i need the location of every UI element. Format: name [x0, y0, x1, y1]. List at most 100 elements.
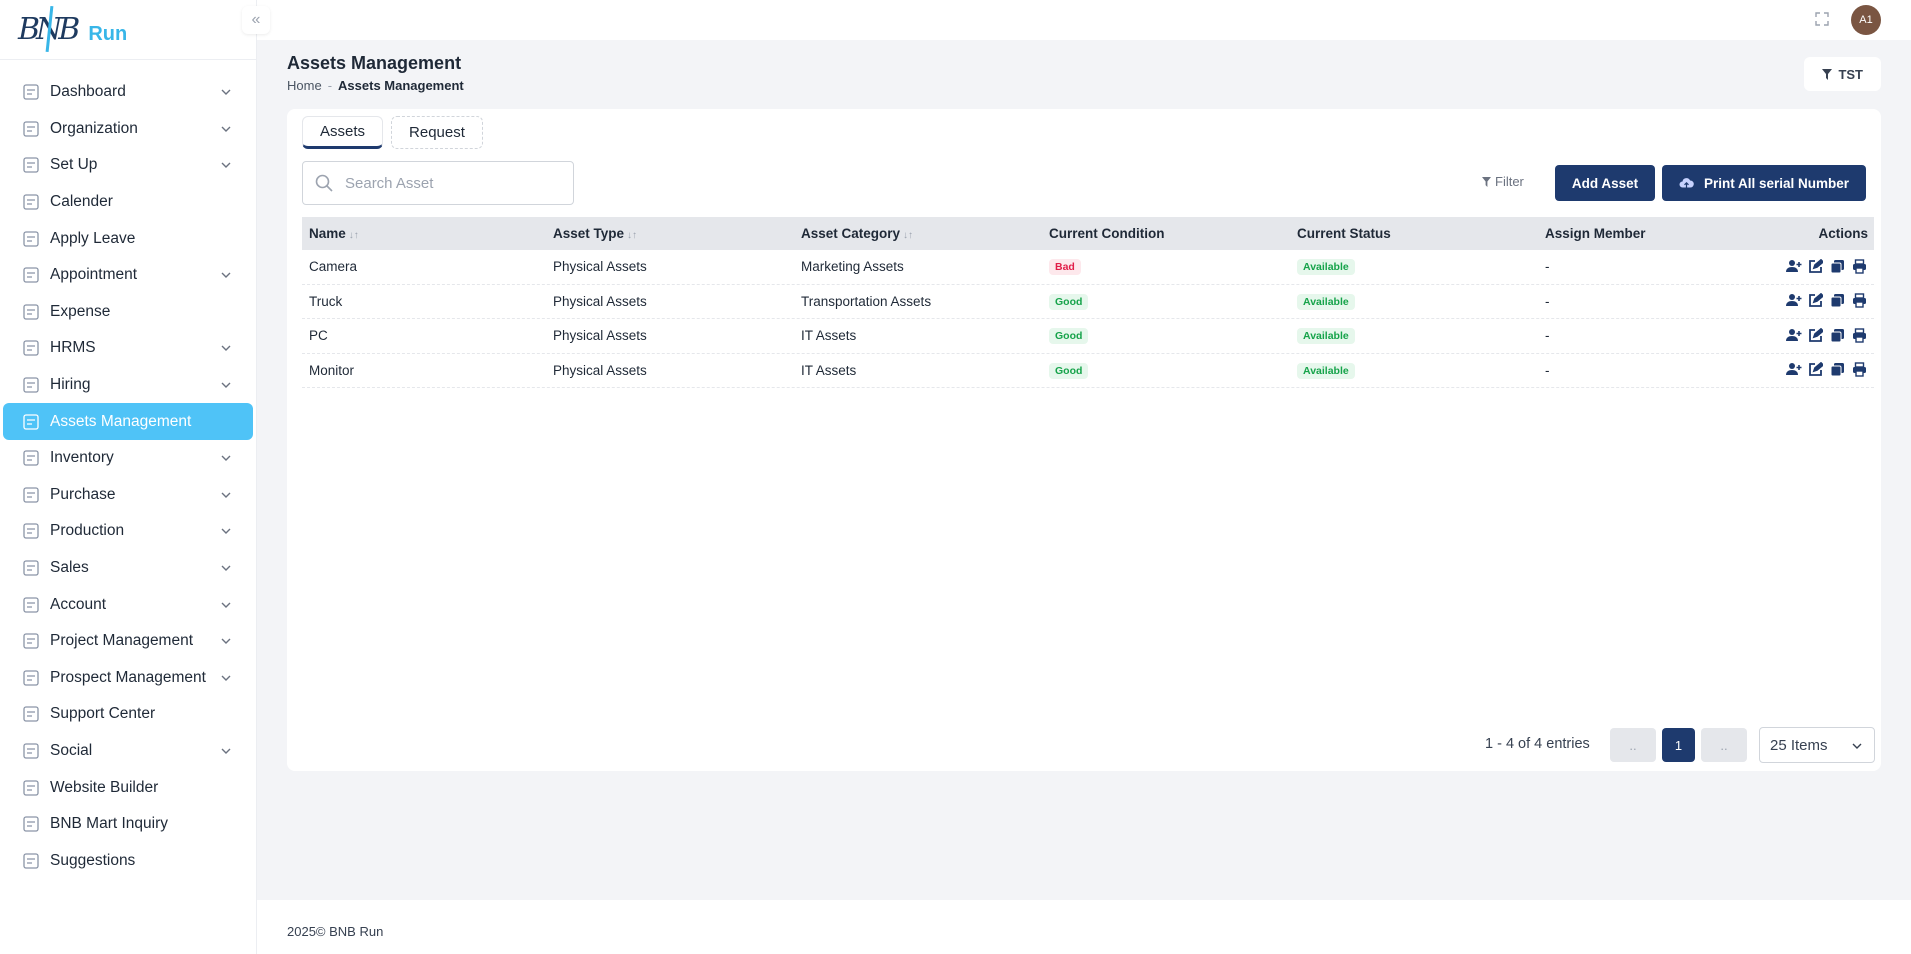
assign-user-icon[interactable]: [1786, 362, 1802, 378]
logo-run-text: Run: [88, 23, 127, 46]
sidebar-item-purchase[interactable]: Purchase: [3, 477, 253, 514]
sidebar-item-assets-management[interactable]: Assets Management: [3, 403, 253, 440]
sidebar-item-calender[interactable]: Calender: [3, 184, 253, 221]
cell-condition: Good: [1049, 362, 1297, 379]
toggle-icon: [21, 851, 41, 871]
logo[interactable]: BNB Run «: [0, 0, 256, 60]
print-icon[interactable]: [1852, 362, 1868, 378]
search-box[interactable]: [302, 161, 574, 205]
fullscreen-icon[interactable]: [1815, 12, 1829, 26]
breadcrumb-home[interactable]: Home: [287, 78, 322, 93]
avatar[interactable]: A1: [1851, 5, 1881, 35]
sidebar-item-prospect-management[interactable]: Prospect Management: [3, 660, 253, 697]
sales-icon: [21, 558, 41, 578]
copy-icon[interactable]: [1830, 328, 1846, 344]
sidebar-item-suggestions[interactable]: Suggestions: [3, 842, 253, 879]
page-number-button[interactable]: 1: [1662, 728, 1695, 762]
cell-status: Available: [1297, 362, 1545, 379]
cell-assign-member: -: [1545, 294, 1765, 309]
footer: [257, 900, 1911, 954]
copy-icon[interactable]: [1830, 259, 1846, 275]
sidebar-item-label: Set Up: [50, 156, 221, 174]
table-body: CameraPhysical AssetsMarketing AssetsBad…: [302, 250, 1874, 388]
funnel-icon: [1482, 177, 1491, 187]
tab-bar: Assets Request: [302, 116, 483, 149]
chevron-down-icon: [221, 380, 231, 390]
next-page-button[interactable]: ..: [1701, 728, 1747, 762]
collapse-sidebar-button[interactable]: «: [242, 6, 270, 34]
sidebar-item-expense[interactable]: Expense: [3, 294, 253, 331]
print-icon[interactable]: [1852, 293, 1868, 309]
cell-asset-type: Physical Assets: [553, 259, 801, 274]
prev-page-button[interactable]: ..: [1610, 728, 1656, 762]
bank-icon: [21, 595, 41, 615]
cart-icon: [21, 485, 41, 505]
status-badge: Available: [1297, 294, 1355, 310]
sidebar-item-hrms[interactable]: HRMS: [3, 330, 253, 367]
support-icon: [21, 704, 41, 724]
print-icon[interactable]: [1852, 328, 1868, 344]
sidebar-item-set-up[interactable]: Set Up: [3, 147, 253, 184]
assets-icon: [21, 412, 41, 432]
tst-filter-button[interactable]: TST: [1804, 57, 1881, 91]
add-asset-button[interactable]: Add Asset: [1555, 165, 1655, 201]
search-input[interactable]: [345, 175, 565, 192]
sidebar-item-label: Dashboard: [50, 83, 221, 101]
leave-icon: [21, 229, 41, 249]
col-name[interactable]: Name↓↑: [302, 226, 553, 241]
sidebar-item-bnb-mart-inquiry[interactable]: BNB Mart Inquiry: [3, 806, 253, 843]
search-icon: [315, 174, 333, 192]
sidebar-item-dashboard[interactable]: Dashboard: [3, 74, 253, 111]
tab-request[interactable]: Request: [391, 116, 483, 149]
logo-mark: BNB: [18, 12, 76, 47]
assign-user-icon[interactable]: [1786, 259, 1802, 275]
sidebar-item-website-builder[interactable]: Website Builder: [3, 769, 253, 806]
sidebar-item-production[interactable]: Production: [3, 513, 253, 550]
chevron-down-icon: [221, 746, 231, 756]
print-serial-button[interactable]: Print All serial Number: [1662, 165, 1866, 201]
sidebar-item-organization[interactable]: Organization: [3, 111, 253, 148]
assign-user-icon[interactable]: [1786, 293, 1802, 309]
assign-user-icon[interactable]: [1786, 328, 1802, 344]
per-page-select[interactable]: 25 Items: [1759, 727, 1875, 763]
col-asset-category[interactable]: Asset Category↓↑: [801, 226, 1049, 241]
hourglass-icon: [21, 192, 41, 212]
sidebar-item-appointment[interactable]: Appointment: [3, 257, 253, 294]
col-asset-type[interactable]: Asset Type↓↑: [553, 226, 801, 241]
sidebar-item-project-management[interactable]: Project Management: [3, 623, 253, 660]
print-icon[interactable]: [1852, 259, 1868, 275]
tab-assets[interactable]: Assets: [302, 116, 383, 149]
sidebar-item-sales[interactable]: Sales: [3, 550, 253, 587]
edit-icon[interactable]: [1808, 293, 1824, 309]
sidebar-item-label: Apply Leave: [50, 230, 231, 248]
cell-actions: [1765, 328, 1874, 344]
chevron-down-icon: [221, 270, 231, 280]
topbar: A1: [257, 0, 1911, 40]
breadcrumb: Home - Assets Management: [287, 78, 464, 93]
chevron-down-icon: [221, 343, 231, 353]
sidebar-item-account[interactable]: Account: [3, 586, 253, 623]
dashboard-icon: [21, 82, 41, 102]
filter-button[interactable]: Filter: [1482, 174, 1524, 189]
per-page-value: 25 Items: [1770, 737, 1828, 754]
sidebar-item-apply-leave[interactable]: Apply Leave: [3, 220, 253, 257]
sidebar-item-hiring[interactable]: Hiring: [3, 367, 253, 404]
chevron-down-icon: [221, 673, 231, 683]
edit-icon[interactable]: [1808, 328, 1824, 344]
table-row: TruckPhysical AssetsTransportation Asset…: [302, 285, 1874, 320]
sidebar-item-support-center[interactable]: Support Center: [3, 696, 253, 733]
edit-icon[interactable]: [1808, 259, 1824, 275]
copy-icon[interactable]: [1830, 293, 1846, 309]
copy-icon[interactable]: [1830, 362, 1846, 378]
social-icon: [21, 741, 41, 761]
sidebar-item-label: Website Builder: [50, 779, 231, 797]
avatar-initials: A1: [1859, 14, 1872, 26]
edit-icon[interactable]: [1808, 362, 1824, 378]
sidebar-item-label: BNB Mart Inquiry: [50, 815, 231, 833]
cell-asset-category: IT Assets: [801, 363, 1049, 378]
tst-label: TST: [1838, 67, 1863, 82]
sidebar-item-inventory[interactable]: Inventory: [3, 440, 253, 477]
status-badge: Available: [1297, 328, 1355, 344]
condition-badge: Good: [1049, 363, 1088, 379]
sidebar-item-social[interactable]: Social: [3, 733, 253, 770]
